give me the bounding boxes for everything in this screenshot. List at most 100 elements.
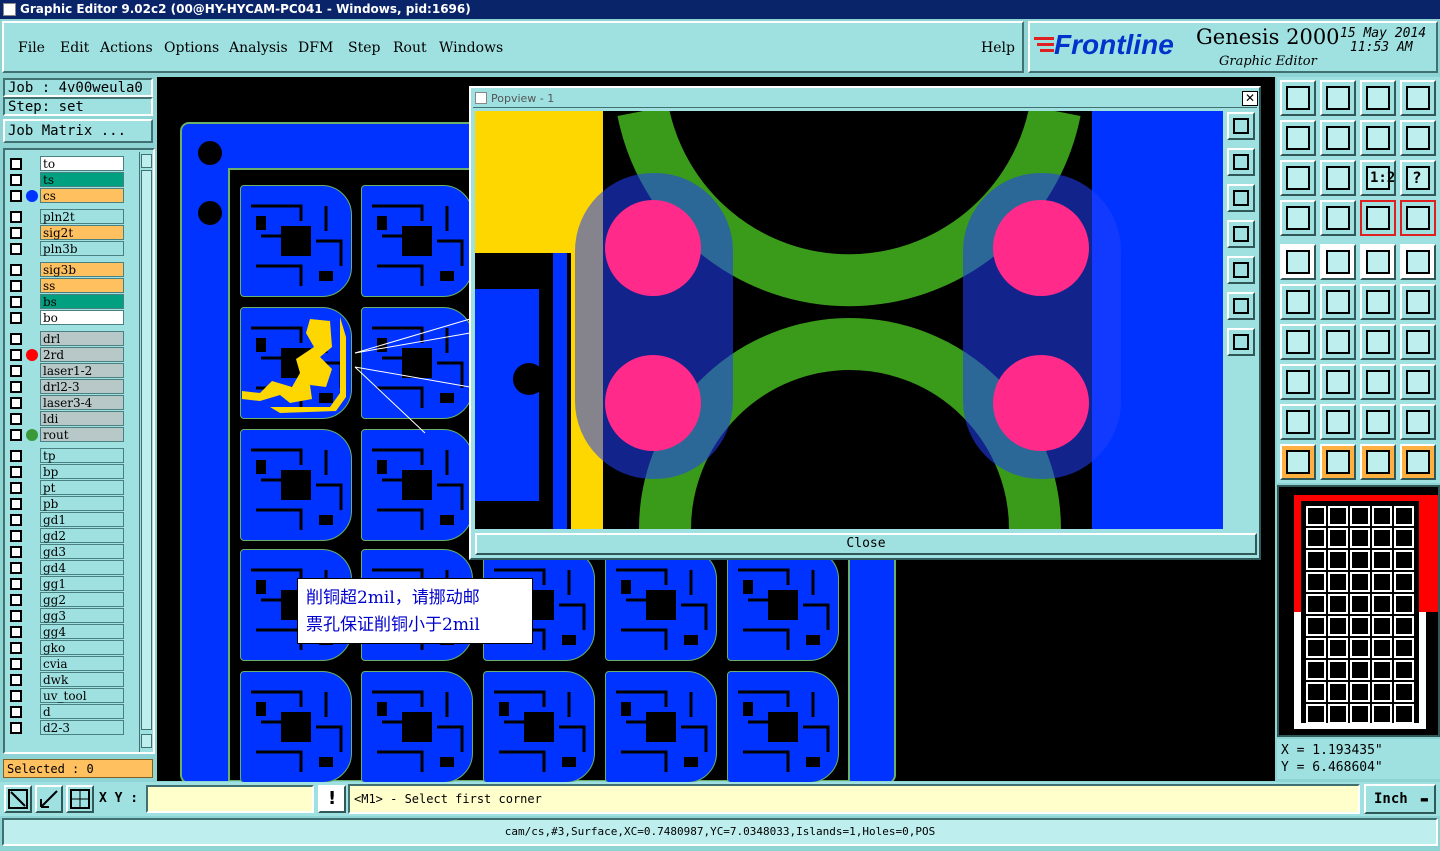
layer-row-gg1[interactable]: gg1 xyxy=(8,576,124,591)
popview-title-bar[interactable]: Popview - 1 ✕ xyxy=(473,90,1258,108)
layer-row-gd1[interactable]: gd1 xyxy=(8,512,124,527)
layer-checkbox[interactable] xyxy=(10,280,22,292)
cut-icon[interactable] xyxy=(1320,284,1356,320)
menu-help[interactable]: Help xyxy=(981,40,1015,56)
layer-row-pt[interactable]: pt xyxy=(8,480,124,495)
add-pad-icon[interactable] xyxy=(1400,284,1436,320)
layer-label[interactable]: gd4 xyxy=(40,560,124,575)
layer-row-to[interactable]: to xyxy=(8,156,124,171)
layer-pick-icon[interactable] xyxy=(1360,200,1396,236)
move-down-icon[interactable] xyxy=(1320,80,1356,116)
select-box-icon[interactable] xyxy=(1280,244,1316,280)
layer-row-laser1-2[interactable]: laser1-2 xyxy=(8,363,124,378)
layer-row-bp[interactable]: bp xyxy=(8,464,124,479)
layer-row-cs[interactable]: cs xyxy=(8,188,124,203)
layer-label[interactable]: pln2t xyxy=(40,209,124,224)
move-right-icon[interactable] xyxy=(1320,120,1356,156)
home-icon[interactable] xyxy=(1360,80,1396,116)
layer-label[interactable]: cs xyxy=(40,188,124,203)
layer-label[interactable]: ts xyxy=(40,172,124,187)
layer-label[interactable]: rout xyxy=(40,427,124,442)
layer-row-gg2[interactable]: gg2 xyxy=(8,592,124,607)
layer-label[interactable]: dwk xyxy=(40,672,124,687)
layer-checkbox[interactable] xyxy=(10,706,22,718)
layer-label[interactable]: drl xyxy=(40,331,124,346)
layer-checkbox[interactable] xyxy=(10,722,22,734)
layer-label[interactable]: cvia xyxy=(40,656,124,671)
menu-dfm[interactable]: DFM xyxy=(298,40,333,56)
layer-label[interactable]: pt xyxy=(40,480,124,495)
popview-fit-icon[interactable] xyxy=(1227,292,1255,320)
layer-checkbox[interactable] xyxy=(10,642,22,654)
menu-options[interactable]: Options xyxy=(164,40,219,56)
pointer-icon[interactable] xyxy=(1280,444,1316,480)
layer-checkbox[interactable] xyxy=(10,211,22,223)
layer-row-ts[interactable]: ts xyxy=(8,172,124,187)
layer-label[interactable]: laser1-2 xyxy=(40,363,124,378)
alert-icon[interactable]: ! xyxy=(318,785,346,813)
layer-checkbox[interactable] xyxy=(10,296,22,308)
layer-scrollbar[interactable] xyxy=(139,152,152,752)
layer-label[interactable]: gd3 xyxy=(40,544,124,559)
units-selector[interactable]: Inch ▬ xyxy=(1364,784,1436,814)
menu-rout[interactable]: Rout xyxy=(393,40,427,56)
move-left-icon[interactable] xyxy=(1280,120,1316,156)
features-icon[interactable] xyxy=(1280,200,1316,236)
node-edit-icon[interactable] xyxy=(1280,284,1316,320)
layer-label[interactable]: sig2t xyxy=(40,225,124,240)
layer-label[interactable]: gg1 xyxy=(40,576,124,591)
arc-pick-icon[interactable] xyxy=(1360,404,1396,440)
menu-analysis[interactable]: Analysis xyxy=(229,40,288,56)
layer-checkbox[interactable] xyxy=(10,482,22,494)
multi-pad-icon[interactable] xyxy=(1400,364,1436,400)
layer-checkbox[interactable] xyxy=(10,562,22,574)
undo-icon[interactable] xyxy=(1360,120,1396,156)
layer-row-uv_tool[interactable]: uv_tool xyxy=(8,688,124,703)
layer-label[interactable]: laser3-4 xyxy=(40,395,124,410)
layer-checkbox[interactable] xyxy=(10,674,22,686)
layer-checkbox[interactable] xyxy=(10,333,22,345)
layer-checkbox[interactable] xyxy=(10,158,22,170)
layer-row-gd3[interactable]: gd3 xyxy=(8,544,124,559)
layer-label[interactable]: tp xyxy=(40,448,124,463)
layer-checkbox[interactable] xyxy=(10,466,22,478)
snap-grid-icon[interactable] xyxy=(1320,200,1356,236)
layer-checkbox[interactable] xyxy=(10,397,22,409)
layer-label[interactable]: gg4 xyxy=(40,624,124,639)
layer-row-rout[interactable]: rout xyxy=(8,427,124,442)
popview-canvas[interactable] xyxy=(475,111,1223,529)
pointer-box-icon[interactable] xyxy=(1320,444,1356,480)
layer-label[interactable]: gd1 xyxy=(40,512,124,527)
layer-checkbox[interactable] xyxy=(10,514,22,526)
layer-label[interactable]: gd2 xyxy=(40,528,124,543)
layer-checkbox[interactable] xyxy=(10,450,22,462)
layer-row-dwk[interactable]: dwk xyxy=(8,672,124,687)
layer-row-pb[interactable]: pb xyxy=(8,496,124,511)
layer-checkbox[interactable] xyxy=(10,349,22,361)
layer-checkbox[interactable] xyxy=(10,264,22,276)
layer-checkbox[interactable] xyxy=(10,626,22,638)
layer-label[interactable]: drl2-3 xyxy=(40,379,124,394)
layer-checkbox[interactable] xyxy=(10,174,22,186)
layer-checkbox[interactable] xyxy=(10,690,22,702)
popview-pan-down-icon[interactable] xyxy=(1227,184,1255,212)
measure-icon[interactable] xyxy=(1360,244,1396,280)
popview-close-button[interactable]: Close xyxy=(475,533,1257,555)
layer-row-cvia[interactable]: cvia xyxy=(8,656,124,671)
units-dropdown-icon[interactable]: ▬ xyxy=(1421,786,1428,812)
arc-alt-icon[interactable] xyxy=(1320,404,1356,440)
menu-edit[interactable]: Edit xyxy=(60,40,89,56)
center-icon[interactable] xyxy=(1320,160,1356,196)
layer-checkbox[interactable] xyxy=(10,530,22,542)
layer-label[interactable]: gg2 xyxy=(40,592,124,607)
layer-row-gg4[interactable]: gg4 xyxy=(8,624,124,639)
layer-label[interactable]: gko xyxy=(40,640,124,655)
layer-label[interactable]: sig3b xyxy=(40,262,124,277)
split-view-icon[interactable] xyxy=(1400,80,1436,116)
layer-label[interactable]: pb xyxy=(40,496,124,511)
job-matrix-button[interactable]: Job Matrix ... xyxy=(3,119,153,143)
line-icon[interactable] xyxy=(1280,324,1316,360)
layer-row-laser3-4[interactable]: laser3-4 xyxy=(8,395,124,410)
layer-checkbox[interactable] xyxy=(10,381,22,393)
layer-row-ldi[interactable]: ldi xyxy=(8,411,124,426)
